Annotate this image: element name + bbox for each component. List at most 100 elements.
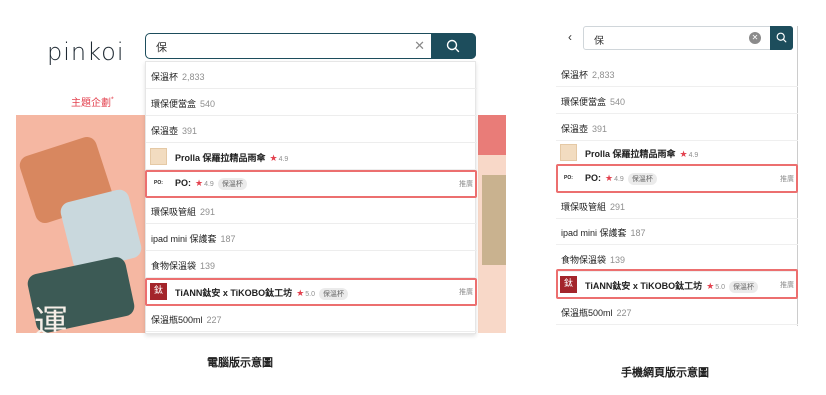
keyword-suggestion[interactable]: ipad mini 保護套 187 [556,218,798,245]
shop-name: PO: [175,178,192,188]
mobile-search-button[interactable] [770,26,793,50]
suggestion-count: 139 [200,261,216,271]
shop-suggestion[interactable]: Prolla 保羅拉精品雨傘 ★4.9 [556,139,798,166]
keyword-suggestion[interactable]: 保溫瓶500ml 227 [556,298,798,325]
shop-thumbnail: 鈦 [150,283,167,300]
suggestion-keyword: 食物保溫袋 [561,255,607,265]
suggestion-count: 187 [220,234,236,244]
shop-suggestion[interactable]: PO: PO: ★4.9 保溫杯 推廣 [146,170,477,197]
shop-suggestion[interactable]: 鈦 TiANN鈦安 x TiKOBO鈦工坊 ★5.0 保溫杯 推廣 [556,271,798,298]
suggestion-text: 環保吸管組 291 [561,200,625,213]
shop-thumbnail [560,144,577,161]
suggestion-text: ipad mini 保護套 187 [561,226,646,239]
keyword-suggestion[interactable]: 環保便當盒 540 [556,87,798,114]
suggestion-text: 環保便當盒 540 [151,97,215,110]
shop-rating: 4.9 [614,176,624,183]
keyword-suggestion[interactable]: 保溫壺 391 [146,116,477,143]
shop-suggestion[interactable]: 鈦 TiANN鈦安 x TiKOBO鈦工坊 ★5.0 保溫杯 推廣 [146,278,477,305]
shop-tag: 保溫杯 [319,288,348,300]
suggestion-keyword: ipad mini 保護套 [151,234,217,244]
keyword-suggestion[interactable]: 食物保溫袋 139 [556,245,798,272]
suggestion-text: 環保吸管組 291 [151,205,215,218]
keyword-suggestion[interactable]: 保溫杯 2,833 [556,60,798,87]
shop-info: TiANN鈦安 x TiKOBO鈦工坊 ★5.0 保溫杯 [175,286,348,300]
suggestion-count: 227 [616,308,632,318]
suggestion-text: 保溫瓶500ml 227 [561,306,632,319]
clear-icon[interactable]: ✕ [414,38,425,54]
shop-name: TiANN鈦安 x TiKOBO鈦工坊 [585,281,703,291]
desktop-logo[interactable]: pinkoi [47,38,125,66]
mobile-search-bar[interactable]: 保 ✕ [583,26,793,50]
keyword-suggestion[interactable]: 環保吸管組 291 [556,192,798,219]
keyword-suggestion[interactable]: 保溫瓶500ml 227 [146,305,477,332]
suggestion-count: 139 [610,255,626,265]
suggestion-text: 保溫瓶500ml 227 [151,313,222,326]
sponsored-label: 推廣 [459,289,473,296]
suggestion-count: 227 [206,315,222,325]
desktop-search-input[interactable]: 保 [156,39,167,55]
mobile-caption: 手機網頁版示意圖 [621,367,709,379]
star-icon: ★ [706,281,715,291]
shop-rating: 4.9 [688,152,699,159]
shop-suggestion[interactable]: Prolla 保羅拉精品雨傘 ★4.9 [146,143,477,170]
shop-name: Prolla 保羅拉精品雨傘 [585,149,676,159]
search-icon [446,39,460,52]
clear-icon[interactable]: ✕ [749,32,761,44]
keyword-suggestion[interactable]: 環保便當盒 540 [146,89,477,116]
shop-thumbnail: 鈦 [560,276,577,293]
suggestion-count: 291 [610,202,626,212]
shop-info: Prolla 保羅拉精品雨傘 ★4.9 [175,151,288,164]
suggestion-keyword: 環保便當盒 [561,97,607,107]
shop-thumbnail: PO: [560,170,577,187]
shop-info: TiANN鈦安 x TiKOBO鈦工坊 ★5.0 保溫杯 [585,279,758,293]
shop-suggestion[interactable]: PO: PO: ★4.9 保溫杯 推廣 [556,165,798,192]
suggestion-count: 391 [592,124,608,134]
banner-calligraphy: 運 [34,303,68,333]
suggestion-count: 2,833 [592,70,615,80]
keyword-suggestion[interactable]: 環保吸管組 291 [146,197,477,224]
suggestion-keyword: 保溫杯 [561,70,589,80]
keyword-suggestion[interactable]: ipad mini 保護套 187 [146,224,477,251]
shop-rating: 5.0 [715,284,725,291]
desktop-search-bar[interactable]: 保 ✕ [145,32,476,59]
suggestion-keyword: ipad mini 保護套 [561,228,627,238]
promo-nav-link[interactable]: 主題企劃* [71,94,114,109]
suggestion-text: 保溫杯 2,833 [561,68,615,81]
star-icon: ★ [679,149,688,159]
star-icon: ★ [269,153,278,163]
suggestion-count: 187 [630,228,646,238]
back-button[interactable]: ‹ [568,30,572,44]
suggestion-text: 保溫壺 391 [151,124,197,137]
suggestion-keyword: 保溫杯 [151,72,179,82]
keyword-suggestion[interactable]: 保溫杯 2,833 [146,62,477,89]
desktop-search-button[interactable] [431,32,476,59]
suggestion-count: 2,833 [182,72,205,82]
star-icon: ★ [296,288,305,298]
keyword-suggestion[interactable]: 食物保溫袋 139 [146,251,477,278]
star-icon: ★ [605,173,614,183]
suggestion-text: 保溫杯 2,833 [151,70,205,83]
suggestion-text: 食物保溫袋 139 [151,259,215,272]
sponsored-label: 推廣 [780,282,794,289]
shop-tag: 保溫杯 [627,173,657,185]
desktop-suggestion-dropdown: 保溫杯 2,833 環保便當盒 540 保溫壺 391 Prolla 保羅拉精品雨傘 ★4.9… [145,61,477,334]
shop-info: PO: ★4.9 保溫杯 [175,178,247,190]
shop-thumbnail [150,148,167,165]
shop-info: Prolla 保羅拉精品雨傘 ★4.9 [585,147,698,160]
suggestion-keyword: 環保便當盒 [151,99,197,109]
suggestion-keyword: 環保吸管組 [561,202,607,212]
shop-name: Prolla 保羅拉精品雨傘 [175,153,266,163]
banner-decoration [482,175,506,265]
shop-rating: 4.9 [278,156,289,163]
suggestion-text: 保溫壺 391 [561,122,607,135]
shop-name: TiANN鈦安 x TiKOBO鈦工坊 [175,288,293,298]
desktop-banner-right[interactable] [478,115,506,333]
suggestion-keyword: 保溫壺 [561,124,589,134]
shop-tag: 保溫杯 [729,281,758,293]
keyword-suggestion[interactable]: 保溫壺 391 [556,114,798,141]
promo-nav-label: 主題企劃 [71,98,111,109]
shop-info: PO: ★4.9 保溫杯 [585,173,657,185]
mobile-search-input[interactable]: 保 [594,32,604,47]
suggestion-count: 291 [200,207,216,217]
desktop-banner-left[interactable]: 運 [16,115,145,333]
